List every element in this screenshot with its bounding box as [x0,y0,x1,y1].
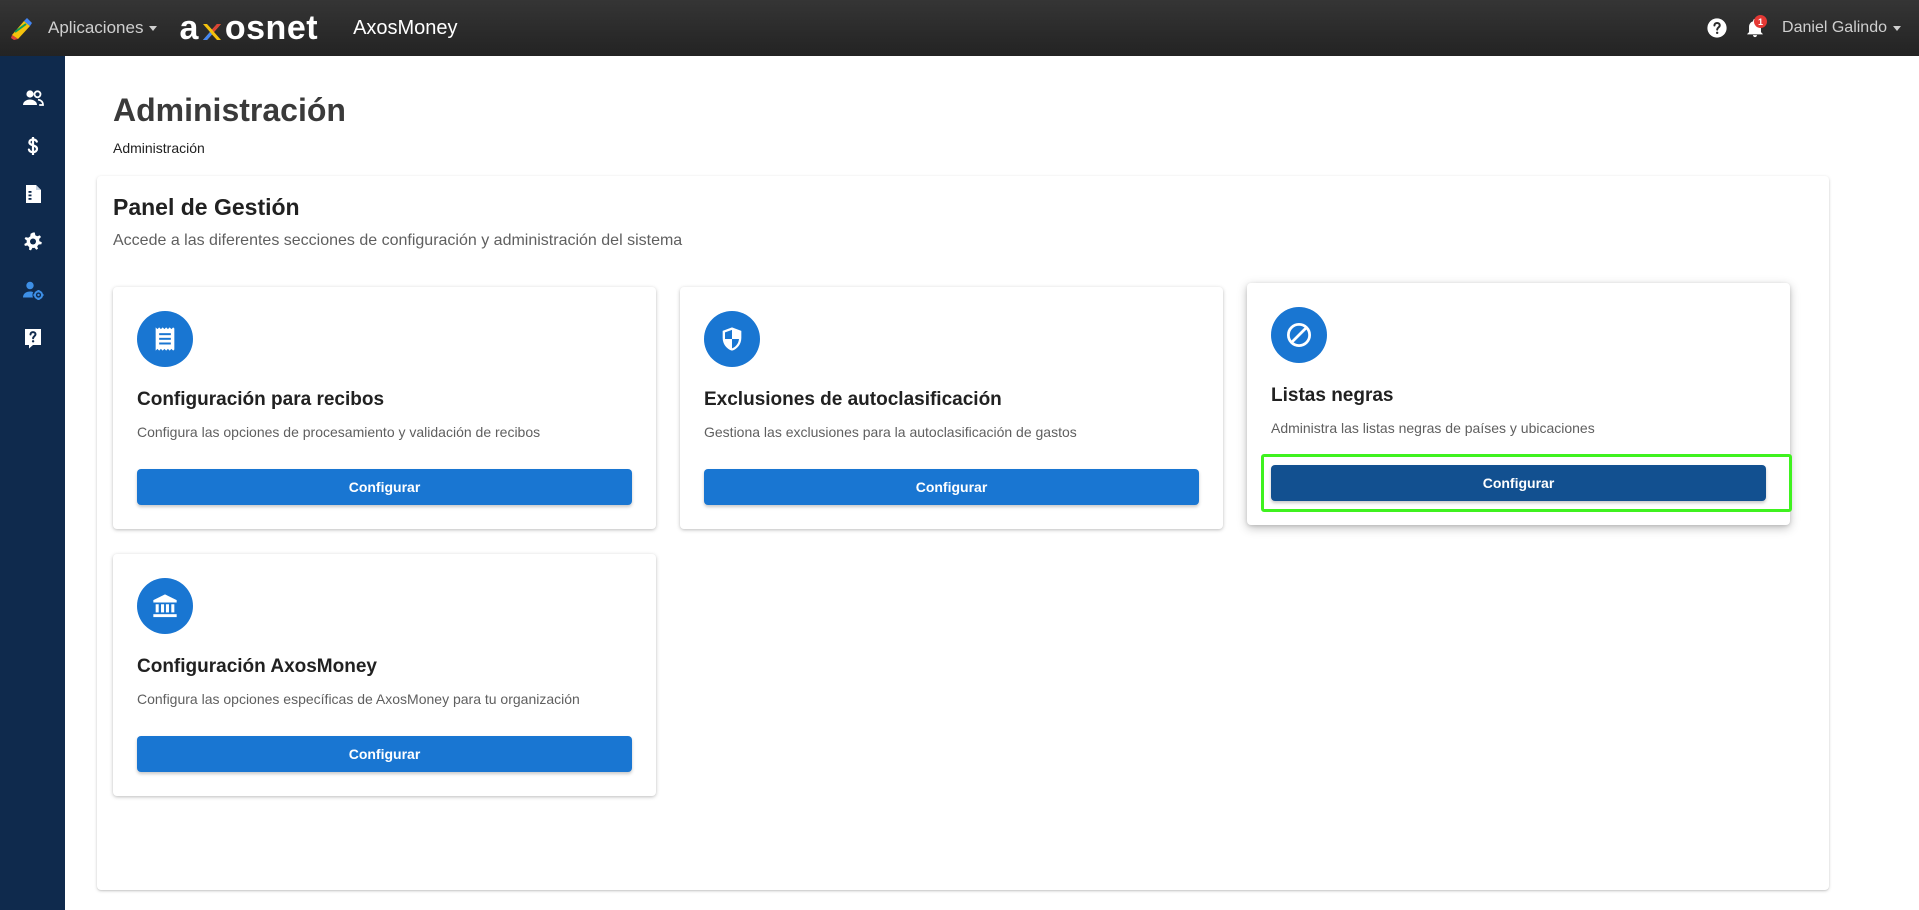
user-settings-icon [22,281,43,300]
card-autoclassification-exclusions: Exclusiones de autoclasificación Gestion… [680,287,1223,529]
apps-menu[interactable]: Aplicaciones [48,18,158,38]
page-title: Administración [113,92,346,128]
sidebar-item-dollar[interactable] [0,122,65,170]
main-content: Administración Administración Panel de G… [65,56,1919,910]
sidebar-item-admin[interactable] [0,266,65,314]
brand-logo[interactable]: a osnet [179,11,318,45]
shield-icon [704,311,760,367]
breadcrumb[interactable]: Administración [113,140,205,156]
card-receipts-config: Configuración para recibos Configura las… [113,287,656,529]
apps-menu-label: Aplicaciones [48,18,144,37]
brand-suffix: osnet [224,9,319,47]
card-axosmoney-config: Configuración AxosMoney Configura las op… [113,554,656,796]
help-book-icon [24,329,41,349]
top-right-controls: 1 Daniel Galindo [1702,0,1919,56]
card-title: Exclusiones de autoclasificación [704,389,1002,410]
brand-x-icon [200,16,224,40]
panel-subtitle: Accede a las diferentes secciones de con… [113,232,683,249]
block-icon [1271,307,1327,363]
apps-logo-icon[interactable] [7,14,35,42]
users-icon [22,90,44,106]
configure-blacklists-button[interactable]: Configurar [1271,465,1766,501]
sidebar-item-help[interactable] [0,314,65,362]
configure-axosmoney-button[interactable]: Configurar [137,736,632,772]
top-bar: Aplicaciones a osnet AxosMoney 1 Daniel … [0,0,1919,56]
card-title: Listas negras [1271,385,1394,406]
card-title: Configuración AxosMoney [137,656,377,677]
gear-icon [23,232,42,251]
card-description: Configura las opciones de procesamiento … [137,424,541,440]
caret-down-icon [1893,25,1901,31]
configure-receipts-button[interactable]: Configurar [137,469,632,505]
management-panel: Panel de Gestión Accede a las diferentes… [97,176,1829,890]
card-description: Configura las opciones específicas de Ax… [137,691,580,707]
app-name: AxosMoney [353,16,458,39]
card-description: Administra las listas negras de países y… [1271,420,1595,436]
card-description: Gestiona las exclusiones para la autocla… [704,424,1077,440]
receipt-icon [25,185,41,203]
help-icon[interactable] [1702,13,1732,43]
receipt-icon [137,311,193,367]
configure-exclusions-button[interactable]: Configurar [704,469,1199,505]
sidebar-item-users[interactable] [0,74,65,122]
notification-badge: 1 [1754,15,1768,28]
caret-down-icon [149,25,158,31]
notifications-bell-icon[interactable]: 1 [1740,13,1770,43]
bank-icon [137,578,193,634]
sidebar-item-settings[interactable] [0,218,65,266]
dollar-icon [27,137,38,155]
panel-title: Panel de Gestión [113,194,300,220]
card-blacklists: Listas negras Administra las listas negr… [1247,283,1792,525]
brand-prefix: a [179,9,199,47]
user-name: Daniel Galindo [1782,19,1887,36]
user-menu[interactable]: Daniel Galindo [1782,19,1901,37]
sidebar-item-receipts[interactable] [0,170,65,218]
sidebar [0,56,65,910]
card-title: Configuración para recibos [137,389,385,410]
